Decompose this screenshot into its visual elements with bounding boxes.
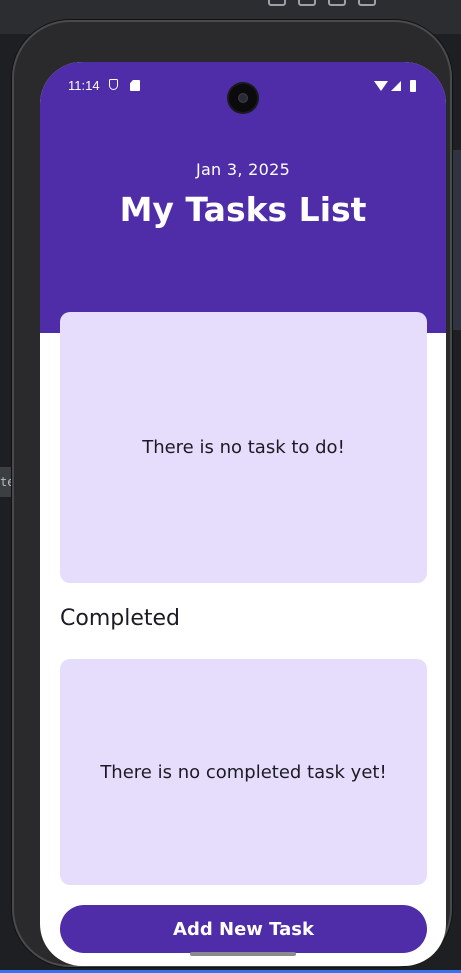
completed-section-label: Completed: [60, 606, 180, 631]
add-new-task-button[interactable]: Add New Task: [60, 905, 427, 953]
app-header: 11:14 Jan 3, 2025 My Tasks List: [40, 62, 446, 333]
ide-layout-icons: [268, 0, 376, 6]
shield-icon: [109, 79, 118, 90]
front-camera-icon: [229, 84, 257, 112]
status-time: 11:14: [68, 78, 100, 93]
layout-icon[interactable]: [268, 0, 286, 6]
page-title: My Tasks List: [119, 190, 367, 229]
signal-icon: [391, 81, 401, 91]
wifi-icon: [374, 81, 388, 91]
layout-icon[interactable]: [328, 0, 346, 6]
phone-frame: 11:14 Jan 3, 2025 My Tasks List There is…: [12, 20, 452, 967]
todo-task-card: There is no task to do!: [60, 312, 427, 583]
phone-screen: 11:14 Jan 3, 2025 My Tasks List There is…: [40, 62, 446, 966]
home-indicator[interactable]: [190, 952, 296, 956]
header-date: Jan 3, 2025: [195, 160, 291, 179]
todo-empty-message: There is no task to do!: [142, 437, 345, 458]
completed-task-card: There is no completed task yet!: [60, 659, 427, 885]
sd-card-icon: [130, 80, 140, 91]
ide-right-panel: [453, 150, 461, 330]
status-bar: 11:14: [40, 74, 446, 112]
battery-icon: [410, 80, 416, 92]
layout-icon[interactable]: [298, 0, 316, 6]
completed-empty-message: There is no completed task yet!: [100, 761, 387, 783]
layout-icon[interactable]: [358, 0, 376, 6]
